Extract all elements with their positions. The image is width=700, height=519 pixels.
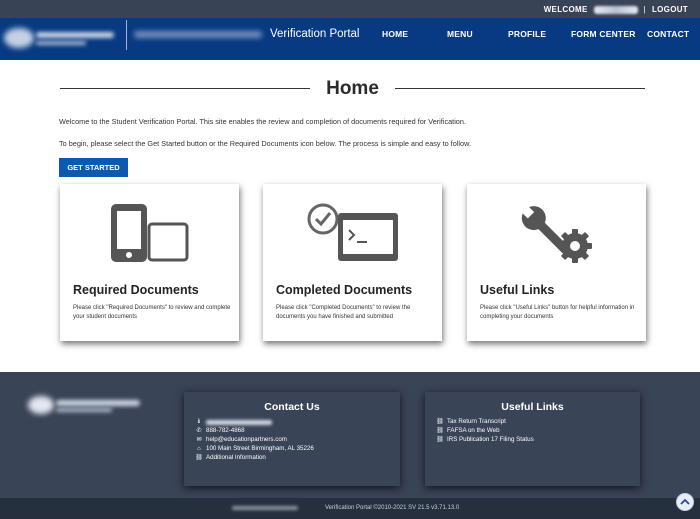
nav-item-profile[interactable]: PROFILE [508, 29, 546, 39]
footer: Contact Us ℹ ✆ 888-782-4868 ✉ help@educati… [0, 372, 700, 498]
useful-links-box: Useful Links ⛓ Tax Return Transcript ⛓ FAF… [425, 392, 640, 486]
heading-rule-right [395, 88, 645, 89]
link-icon: ⛓ [436, 419, 444, 425]
contact-org: ℹ [195, 418, 314, 427]
card-description: Please click "Useful Links" button for h… [480, 305, 635, 320]
nav-item-home[interactable]: HOME [382, 29, 408, 39]
intro-text-welcome: Welcome to the Student Verification Port… [59, 117, 466, 126]
home-icon: ⌂ [197, 445, 201, 452]
get-started-button[interactable]: GET STARTED [59, 158, 128, 177]
card-title: Useful Links [480, 283, 555, 297]
card-description: Please click "Required Documents" to rev… [73, 305, 231, 320]
portal-title: Verification Portal [270, 28, 360, 40]
check-window-icon [263, 202, 442, 268]
institution-name [134, 31, 262, 38]
company-name [232, 506, 298, 510]
contact-us-box: Contact Us ℹ ✆ 888-782-4868 ✉ help@educati… [184, 392, 400, 486]
main-navbar: Verification Portal HOME MENU PROFILE FO… [0, 18, 700, 60]
contact-title: Contact Us [264, 401, 320, 413]
envelope-icon: ✉ [196, 436, 202, 443]
nav-divider [126, 20, 127, 50]
nav-item-contact[interactable]: CONTACT [647, 29, 689, 39]
contact-address: ⌂ 100 Main Street Birmingham, AL 35226 [195, 445, 314, 454]
page-title: Home [326, 78, 379, 99]
useful-link-item[interactable]: ⛓ FAFSA on the Web [436, 427, 534, 436]
copyright-bar: Verification Portal ©2010-2021 SV 21.5 v… [0, 498, 700, 519]
welcome-area: WELCOME | LOGOUT [544, 5, 688, 14]
useful-links-title: Useful Links [501, 401, 564, 413]
phone-icon: ✆ [196, 427, 202, 434]
link-icon: ⛓ [436, 436, 444, 443]
contact-email[interactable]: ✉ help@educationpartners.com [195, 436, 314, 445]
card-title: Required Documents [73, 283, 199, 297]
contact-additional-info[interactable]: ⛓ Additional Information [195, 454, 314, 463]
organization-logo[interactable] [4, 24, 120, 54]
useful-link-item[interactable]: ⛓ Tax Return Transcript [436, 418, 534, 427]
required-documents-card[interactable]: Required Documents Please click "Require… [60, 184, 239, 341]
completed-documents-card[interactable]: Completed Documents Please click "Comple… [263, 184, 442, 341]
topbar-separator: | [643, 5, 646, 14]
link-icon: ⛓ [195, 454, 203, 461]
nav-item-menu[interactable]: MENU [447, 29, 473, 39]
chevron-up-icon [680, 498, 690, 505]
nav-item-form-center[interactable]: FORM CENTER [571, 29, 636, 39]
top-bar: WELCOME | LOGOUT [0, 0, 700, 18]
devices-icon [60, 202, 239, 268]
footer-logo [28, 394, 146, 420]
logout-link[interactable]: LOGOUT [652, 5, 688, 14]
contact-phone[interactable]: ✆ 888-782-4868 [195, 427, 314, 436]
useful-link-item[interactable]: ⛓ IRS Publication 17 Filing Status [436, 436, 533, 445]
page-heading: Home [60, 78, 645, 102]
welcome-label: WELCOME [543, 5, 588, 14]
intro-text-instructions: To begin, please select the Get Started … [59, 139, 471, 148]
user-name [593, 5, 638, 14]
card-title: Completed Documents [276, 283, 413, 297]
wrench-gear-icon [467, 202, 646, 268]
scroll-to-top-button[interactable] [676, 493, 694, 511]
link-icon: ⛓ [436, 427, 444, 434]
info-icon: ℹ [197, 419, 201, 425]
card-description: Please click "Completed Documents" to re… [276, 305, 411, 320]
useful-links-card[interactable]: Useful Links Please click "Useful Links"… [467, 184, 646, 341]
copyright-text: Verification Portal ©2010-2021 SV 21.5 v… [325, 505, 460, 511]
